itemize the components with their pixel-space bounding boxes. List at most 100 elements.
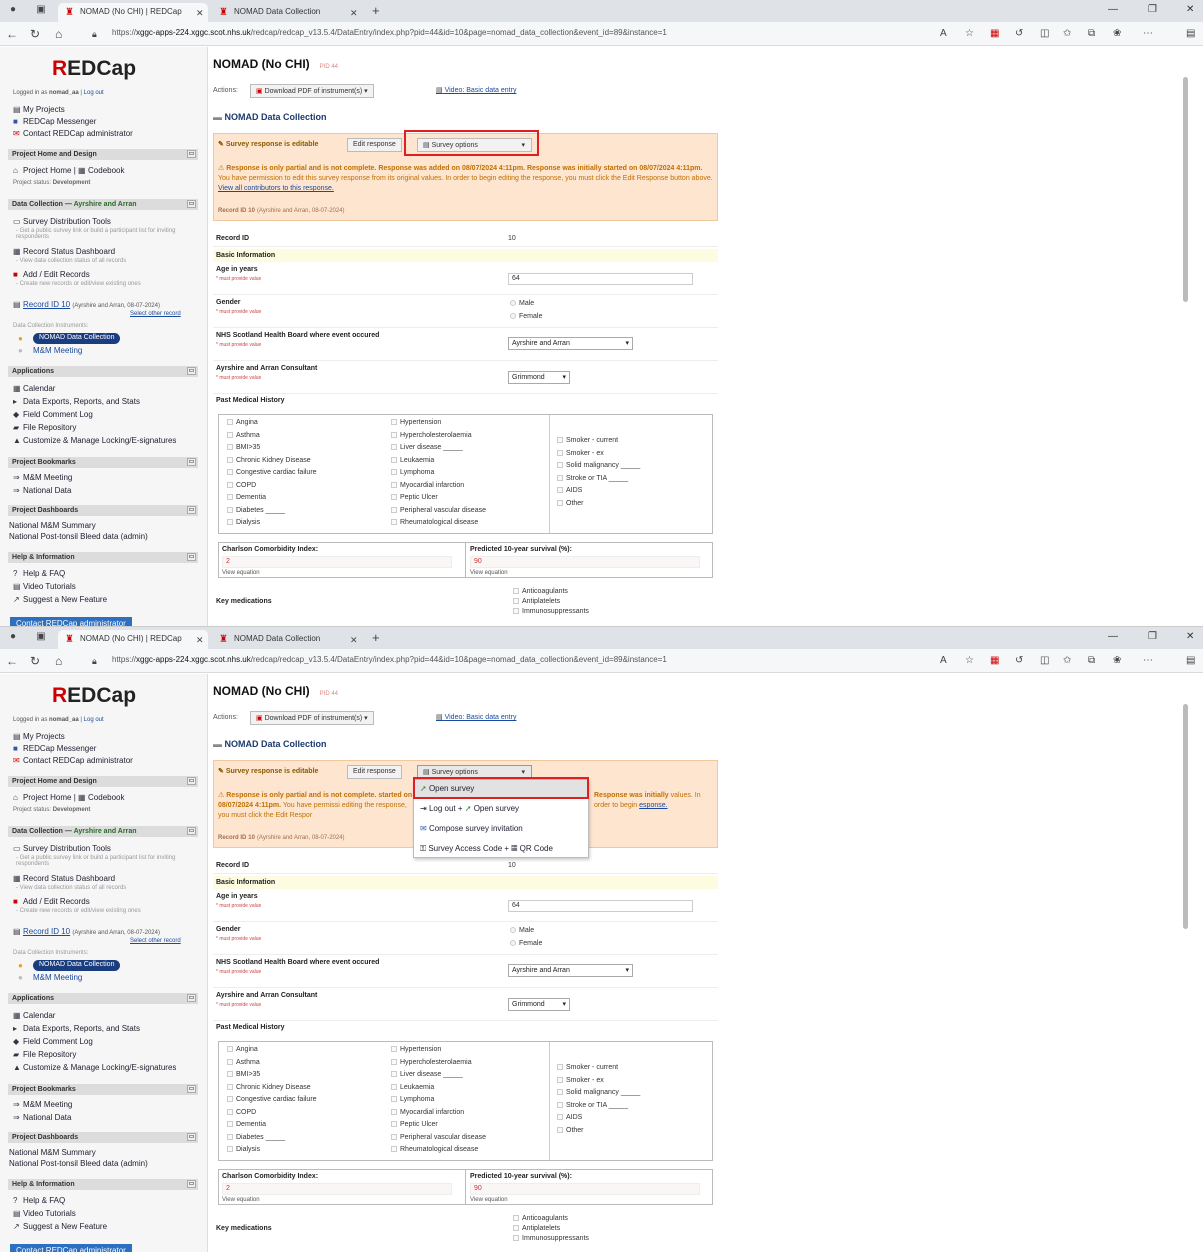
scroll-thumb[interactable] (1183, 704, 1188, 929)
url-text[interactable]: https://xggc-apps-224.xggc.scot.nhs.uk/r… (112, 655, 667, 664)
section-home-design[interactable]: Project Home and Design ▭ (8, 149, 198, 160)
view-equation-link[interactable]: View equation (470, 1197, 508, 1203)
section-applications[interactable]: Applications ▭ (8, 366, 198, 377)
bookmark-national-data[interactable]: ⇒ National Data (13, 1113, 71, 1122)
pmh-hypertension[interactable]: Hypertension (391, 417, 486, 430)
new-tab-button[interactable]: + (372, 630, 380, 645)
pmh-lymphoma[interactable]: Lymphoma (391, 467, 486, 480)
pmh-smoker-current[interactable]: Smoker - current (557, 1062, 640, 1075)
add-edit-records-link[interactable]: ■ Add / Edit Records (13, 897, 90, 906)
project-home-link[interactable]: ⌂ Project Home | ▦ Codebook (13, 793, 125, 802)
record-status-link[interactable]: ▦ Record Status Dashboard (13, 247, 115, 256)
pmh-mi[interactable]: Myocardial infarction (391, 1107, 486, 1120)
section-data-collection[interactable]: Data Collection — Ayrshire and Arran ▭ (8, 826, 198, 837)
pmh-hypercholesterolaemia[interactable]: Hypercholesterolaemia (391, 1057, 486, 1070)
more-menu-icon[interactable]: ⋯ (1143, 28, 1153, 39)
reload-icon[interactable]: ↻ (30, 27, 40, 41)
pmh-hypertension[interactable]: Hypertension (391, 1044, 486, 1057)
collapse-icon[interactable]: ▭ (187, 827, 196, 835)
url-text[interactable]: https://xggc-apps-224.xggc.scot.nhs.uk/r… (112, 28, 667, 37)
app-field-comment-log[interactable]: ◆ Field Comment Log (13, 1037, 93, 1046)
dashboard-national-mm[interactable]: National M&M Summary (9, 521, 96, 530)
collections-icon[interactable]: ⧉ (1088, 655, 1095, 666)
pmh-dementia[interactable]: Dementia (227, 492, 317, 505)
logout-link[interactable]: Log out (84, 90, 104, 96)
pmh-leukaemia[interactable]: Leukaemia (391, 455, 486, 468)
profile-icon[interactable]: ● (6, 4, 20, 17)
collapse-icon[interactable]: ▭ (187, 994, 196, 1002)
collections-icon[interactable]: ⧉ (1088, 28, 1095, 39)
scroll-thumb[interactable] (1183, 77, 1188, 302)
contact-admin-button[interactable]: Contact REDCap administrator (10, 617, 132, 626)
favorite-star-icon[interactable]: ☆ (965, 655, 974, 666)
tab-actions-icon[interactable]: ▣ (34, 4, 48, 17)
section-bookmarks[interactable]: Project Bookmarks ▭ (8, 457, 198, 468)
tab-nomad-data-collection[interactable]: ♜ NOMAD Data Collection ✕ (212, 3, 362, 22)
section-home-design[interactable]: Project Home and Design ▭ (8, 776, 198, 787)
pmh-pvd[interactable]: Peripheral vascular disease (391, 505, 486, 518)
my-projects-link[interactable]: ▤ My Projects (13, 105, 65, 114)
med-antiplatelets[interactable]: Antiplatelets (513, 597, 589, 607)
view-equation-link[interactable]: View equation (470, 570, 508, 576)
app-file-repository[interactable]: ▰ File Repository (13, 423, 76, 432)
close-tab-icon[interactable]: ✕ (350, 8, 358, 19)
collapse-icon[interactable]: ▭ (187, 506, 196, 514)
view-equation-link[interactable]: View equation (222, 570, 260, 576)
pmh-other[interactable]: Other (557, 498, 640, 511)
contact-admin-button[interactable]: Contact REDCap administrator (10, 1244, 132, 1252)
messenger-link[interactable]: ■ REDCap Messenger (13, 744, 96, 753)
bookmark-mm-meeting[interactable]: ⇒ M&M Meeting (13, 473, 72, 482)
collapse-icon[interactable]: ▭ (187, 1133, 196, 1141)
pmh-copd[interactable]: COPD (227, 480, 317, 493)
tab-redcap-project[interactable]: ♜ NOMAD (No CHI) | REDCap ✕ (58, 3, 208, 22)
pmh-peptic-ulcer[interactable]: Peptic Ulcer (391, 1119, 486, 1132)
app-locking[interactable]: ▲ Customize & Manage Locking/E-signatures (13, 1063, 176, 1072)
app-field-comment-log[interactable]: ◆ Field Comment Log (13, 410, 93, 419)
instrument-mm-meeting[interactable]: M&M Meeting (33, 973, 82, 982)
section-dashboards[interactable]: Project Dashboards ▭ (8, 1132, 198, 1143)
pmh-dementia[interactable]: Dementia (227, 1119, 317, 1132)
pmh-hypercholesterolaemia[interactable]: Hypercholesterolaemia (391, 430, 486, 443)
collapse-icon[interactable]: ▭ (187, 1085, 196, 1093)
back-arrow-icon[interactable]: ← (6, 654, 18, 668)
refresh-ext-icon[interactable]: ↺ (1015, 28, 1023, 39)
gender-female-radio[interactable]: Female (510, 940, 542, 947)
my-projects-link[interactable]: ▤ My Projects (13, 732, 65, 741)
survey-tools-link[interactable]: ▭ Survey Distribution Tools (13, 217, 111, 226)
pmh-smoker-ex[interactable]: Smoker - ex (557, 1075, 640, 1088)
read-aloud-icon[interactable]: A (940, 28, 947, 39)
age-input[interactable]: 64 (508, 273, 693, 285)
window-close-icon[interactable]: ✕ (1186, 631, 1194, 642)
download-pdf-button[interactable]: ▣ Download PDF of instrument(s) ▾ (250, 84, 374, 98)
refresh-ext-icon[interactable]: ↺ (1015, 655, 1023, 666)
suggest-feature-link[interactable]: ↗ Suggest a New Feature (13, 1222, 107, 1231)
video-tutorials-link[interactable]: ▤ Video Tutorials (13, 582, 76, 591)
close-tab-icon[interactable]: ✕ (196, 8, 204, 19)
split-screen-icon[interactable]: ◫ (1040, 28, 1049, 39)
med-anticoagulants[interactable]: Anticoagulants (513, 587, 589, 597)
bookmark-national-data[interactable]: ⇒ National Data (13, 486, 71, 495)
help-faq-link[interactable]: ? Help & FAQ (13, 569, 65, 578)
copilot-icon[interactable]: ❀ (1113, 28, 1121, 39)
more-menu-icon[interactable]: ⋯ (1143, 655, 1153, 666)
pmh-solid-malignancy[interactable]: Solid malignancy _____ (557, 460, 640, 473)
collapse-icon[interactable]: ▭ (187, 150, 196, 158)
favorite-star-icon[interactable]: ☆ (965, 28, 974, 39)
pmh-liver[interactable]: Liver disease _____ (391, 1069, 486, 1082)
current-record[interactable]: ▤ Record ID 10 (Ayrshire and Arran, 08-07… (13, 300, 160, 309)
restore-icon[interactable]: ❐ (1148, 631, 1157, 642)
view-contributors-link[interactable]: View all contributors to this response. (218, 185, 334, 192)
med-immunosuppressants[interactable]: Immunosuppressants (513, 1234, 589, 1244)
pmh-asthma[interactable]: Asthma (227, 430, 317, 443)
tab-nomad-data-collection[interactable]: ♜ NOMAD Data Collection ✕ (212, 630, 362, 649)
pmh-stroke[interactable]: Stroke or TIA _____ (557, 1100, 640, 1113)
med-antiplatelets[interactable]: Antiplatelets (513, 1224, 589, 1234)
pmh-asthma[interactable]: Asthma (227, 1057, 317, 1070)
section-help[interactable]: Help & Information ▭ (8, 552, 198, 563)
pmh-aids[interactable]: AIDS (557, 1112, 640, 1125)
pmh-rheumatological[interactable]: Rheumatological disease (391, 517, 486, 530)
pmh-aids[interactable]: AIDS (557, 485, 640, 498)
pmh-pvd[interactable]: Peripheral vascular disease (391, 1132, 486, 1145)
page-scrollbar[interactable] (1183, 67, 1189, 337)
logout-link[interactable]: Log out (84, 717, 104, 723)
